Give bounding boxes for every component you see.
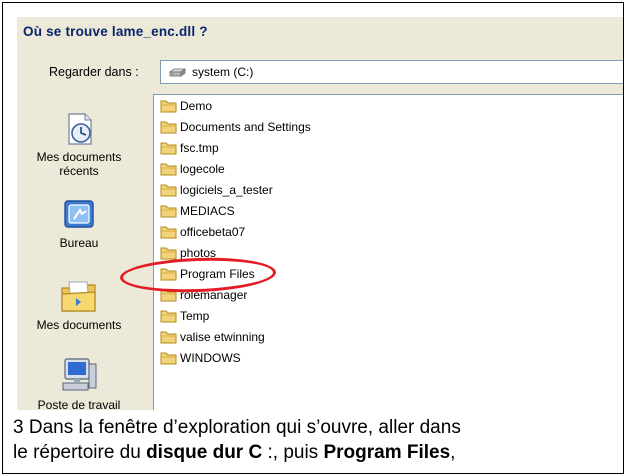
my-documents-icon — [61, 281, 96, 312]
folder-icon — [160, 121, 177, 134]
folder-item[interactable]: valise etwinning — [160, 329, 265, 345]
folder-icon — [160, 268, 177, 281]
caption-line-2: le répertoire du disque dur C :, puis Pr… — [13, 440, 617, 465]
place-desktop[interactable]: Bureau — [17, 198, 141, 250]
caption-text: , — [450, 442, 456, 463]
folder-icon — [160, 100, 177, 113]
screenshot-frame: Où se trouve lame_enc.dll ? Regarder dan… — [2, 2, 624, 474]
lookin-label: Regarder dans : — [49, 65, 139, 79]
place-label: Mes documents — [36, 318, 122, 332]
folder-icon — [160, 163, 177, 176]
desktop-icon — [64, 200, 94, 228]
folder-name: logecole — [180, 162, 225, 176]
folder-name: logiciels_a_tester — [180, 183, 273, 197]
folder-icon — [160, 289, 177, 302]
instruction-caption: 3 Dans la fenêtre d’exploration qui s’ou… — [13, 415, 617, 465]
place-label: Poste de travail — [37, 398, 121, 410]
folder-item[interactable]: WINDOWS — [160, 350, 241, 366]
caption-text: :, puis — [262, 442, 324, 463]
caption-bold-program-files: Program Files — [323, 442, 451, 463]
caption-bold-disk: disque dur C — [146, 442, 263, 463]
folder-name: WINDOWS — [180, 351, 241, 365]
lookin-dropdown[interactable]: system (C:) — [160, 60, 623, 84]
lookin-value: system (C:) — [192, 65, 254, 79]
folder-name: Demo — [180, 99, 213, 113]
folder-item[interactable]: fsc.tmp — [160, 140, 219, 156]
folder-name: valise etwinning — [180, 330, 265, 344]
hard-drive-icon — [169, 67, 186, 77]
place-label: Bureau — [59, 236, 99, 250]
folder-item[interactable]: Temp — [160, 308, 209, 324]
caption-text: le répertoire du — [13, 442, 147, 463]
place-my-computer[interactable]: Poste de travail — [17, 356, 141, 410]
folder-name: photos — [180, 246, 217, 260]
folder-name: fsc.tmp — [180, 141, 219, 155]
place-label: Mes documents récents — [36, 150, 122, 178]
folder-icon — [160, 247, 177, 260]
caption-line-1: 3 Dans la fenêtre d’exploration qui s’ou… — [13, 417, 461, 438]
folder-name: Documents and Settings — [180, 120, 311, 134]
folder-name: MEDIACS — [180, 204, 235, 218]
recent-documents-icon — [68, 113, 92, 145]
my-computer-icon — [62, 358, 97, 391]
folder-icon — [160, 352, 177, 365]
folder-name: Program Files — [180, 267, 255, 281]
folder-item[interactable]: logecole — [160, 161, 225, 177]
folder-icon — [160, 226, 177, 239]
folder-icon — [160, 205, 177, 218]
folder-item[interactable]: Documents and Settings — [160, 119, 311, 135]
folder-item[interactable]: rolemanager — [160, 287, 247, 303]
folder-item-program-files[interactable]: Program Files — [160, 266, 255, 282]
place-recent-documents[interactable]: Mes documents récents — [17, 112, 141, 178]
folder-item[interactable]: officebeta07 — [160, 224, 245, 240]
folder-name: officebeta07 — [180, 225, 246, 239]
folder-icon — [160, 331, 177, 344]
folder-item[interactable]: photos — [160, 245, 216, 261]
places-bar: Mes documents récents Bureau Mes documen… — [17, 94, 141, 410]
folder-item[interactable]: logiciels_a_tester — [160, 182, 273, 198]
folder-name: Temp — [180, 309, 210, 323]
folder-item[interactable]: Demo — [160, 98, 212, 114]
dialog-title: Où se trouve lame_enc.dll ? — [23, 24, 208, 39]
folder-icon — [160, 184, 177, 197]
file-list: Demo Documents and Settings fsc.tmp loge… — [153, 94, 623, 410]
file-open-dialog: Où se trouve lame_enc.dll ? Regarder dan… — [17, 17, 623, 410]
folder-name: rolemanager — [180, 288, 248, 302]
place-my-documents[interactable]: Mes documents — [17, 278, 141, 332]
folder-icon — [160, 310, 177, 323]
folder-icon — [160, 142, 177, 155]
folder-item[interactable]: MEDIACS — [160, 203, 235, 219]
